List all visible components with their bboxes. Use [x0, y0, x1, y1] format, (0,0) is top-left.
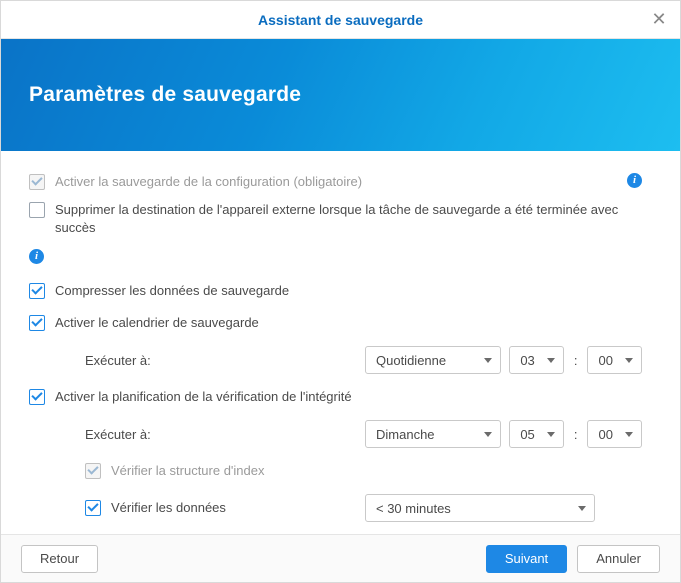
chevron-down-icon [625, 432, 633, 437]
window-title: Assistant de sauvegarde [258, 12, 423, 28]
integrity-minute-value: 00 [598, 427, 612, 442]
next-button[interactable]: Suivant [486, 545, 567, 573]
label-verify-data: Vérifier les données [111, 499, 329, 517]
checkbox-enable-integrity[interactable] [29, 389, 45, 405]
schedule-run-at-row: Exécuter à: Quotidienne 03 : 00 [29, 346, 642, 374]
label-enable-integrity: Activer la planification de la vérificat… [55, 388, 642, 406]
option-verify-data-row: Vérifier les données < 30 minutes [29, 494, 642, 522]
cancel-button[interactable]: Annuler [577, 545, 660, 573]
verify-data-duration-select[interactable]: < 30 minutes [365, 494, 595, 522]
integrity-frequency-value: Dimanche [376, 427, 435, 442]
checkbox-compress[interactable] [29, 283, 45, 299]
option-verify-data: Vérifier les données [29, 499, 329, 517]
content: Activer la sauvegarde de la configuratio… [1, 151, 680, 534]
info-icon[interactable]: i [627, 173, 642, 188]
checkbox-verify-index [85, 463, 101, 479]
verify-data-duration-value: < 30 minutes [376, 501, 451, 516]
chevron-down-icon [484, 358, 492, 363]
time-separator: : [572, 427, 580, 442]
integrity-run-at-row: Exécuter à: Dimanche 05 : 00 [29, 420, 642, 448]
label-verify-index: Vérifier la structure d'index [111, 462, 642, 480]
page-title: Paramètres de sauvegarde [29, 83, 301, 107]
label-compress: Compresser les données de sauvegarde [55, 282, 642, 300]
chevron-down-icon [578, 506, 586, 511]
schedule-minute-select[interactable]: 00 [587, 346, 642, 374]
back-button[interactable]: Retour [21, 545, 98, 573]
option-enable-schedule: Activer le calendrier de sauvegarde [29, 314, 642, 332]
option-verify-index: Vérifier la structure d'index [29, 462, 642, 480]
titlebar: Assistant de sauvegarde ✕ [1, 1, 680, 39]
integrity-minute-select[interactable]: 00 [587, 420, 642, 448]
footer-right: Suivant Annuler [486, 545, 660, 573]
option-compress: Compresser les données de sauvegarde [29, 282, 642, 300]
integrity-hour-select[interactable]: 05 [509, 420, 564, 448]
checkbox-delete-destination[interactable] [29, 202, 45, 218]
label-delete-destination: Supprimer la destination de l'appareil e… [55, 201, 642, 237]
schedule-frequency-value: Quotidienne [376, 353, 446, 368]
chevron-down-icon [484, 432, 492, 437]
chevron-down-icon [547, 432, 555, 437]
info-icon[interactable]: i [29, 249, 44, 264]
info-icon-row: i [29, 247, 642, 264]
schedule-run-at-label: Exécuter à: [85, 353, 357, 368]
scroll-area[interactable]: Activer la sauvegarde de la configuratio… [29, 173, 652, 524]
integrity-frequency-select[interactable]: Dimanche [365, 420, 501, 448]
option-delete-destination: Supprimer la destination de l'appareil e… [29, 201, 642, 237]
footer: Retour Suivant Annuler [1, 534, 680, 582]
checkbox-enable-config-backup [29, 174, 45, 190]
label-enable-schedule: Activer le calendrier de sauvegarde [55, 314, 642, 332]
close-icon[interactable]: ✕ [650, 11, 668, 29]
chevron-down-icon [547, 358, 555, 363]
chevron-down-icon [625, 358, 633, 363]
integrity-hour-value: 05 [520, 427, 534, 442]
label-enable-config-backup: Activer la sauvegarde de la configuratio… [55, 173, 617, 191]
option-enable-integrity: Activer la planification de la vérificat… [29, 388, 642, 406]
checkbox-verify-data[interactable] [85, 500, 101, 516]
header-banner: Paramètres de sauvegarde [1, 39, 680, 151]
time-separator: : [572, 353, 580, 368]
integrity-run-at-label: Exécuter à: [85, 427, 357, 442]
option-enable-config-backup: Activer la sauvegarde de la configuratio… [29, 173, 642, 191]
schedule-frequency-select[interactable]: Quotidienne [365, 346, 501, 374]
checkbox-enable-schedule[interactable] [29, 315, 45, 331]
schedule-hour-value: 03 [520, 353, 534, 368]
schedule-minute-value: 00 [598, 353, 612, 368]
schedule-hour-select[interactable]: 03 [509, 346, 564, 374]
